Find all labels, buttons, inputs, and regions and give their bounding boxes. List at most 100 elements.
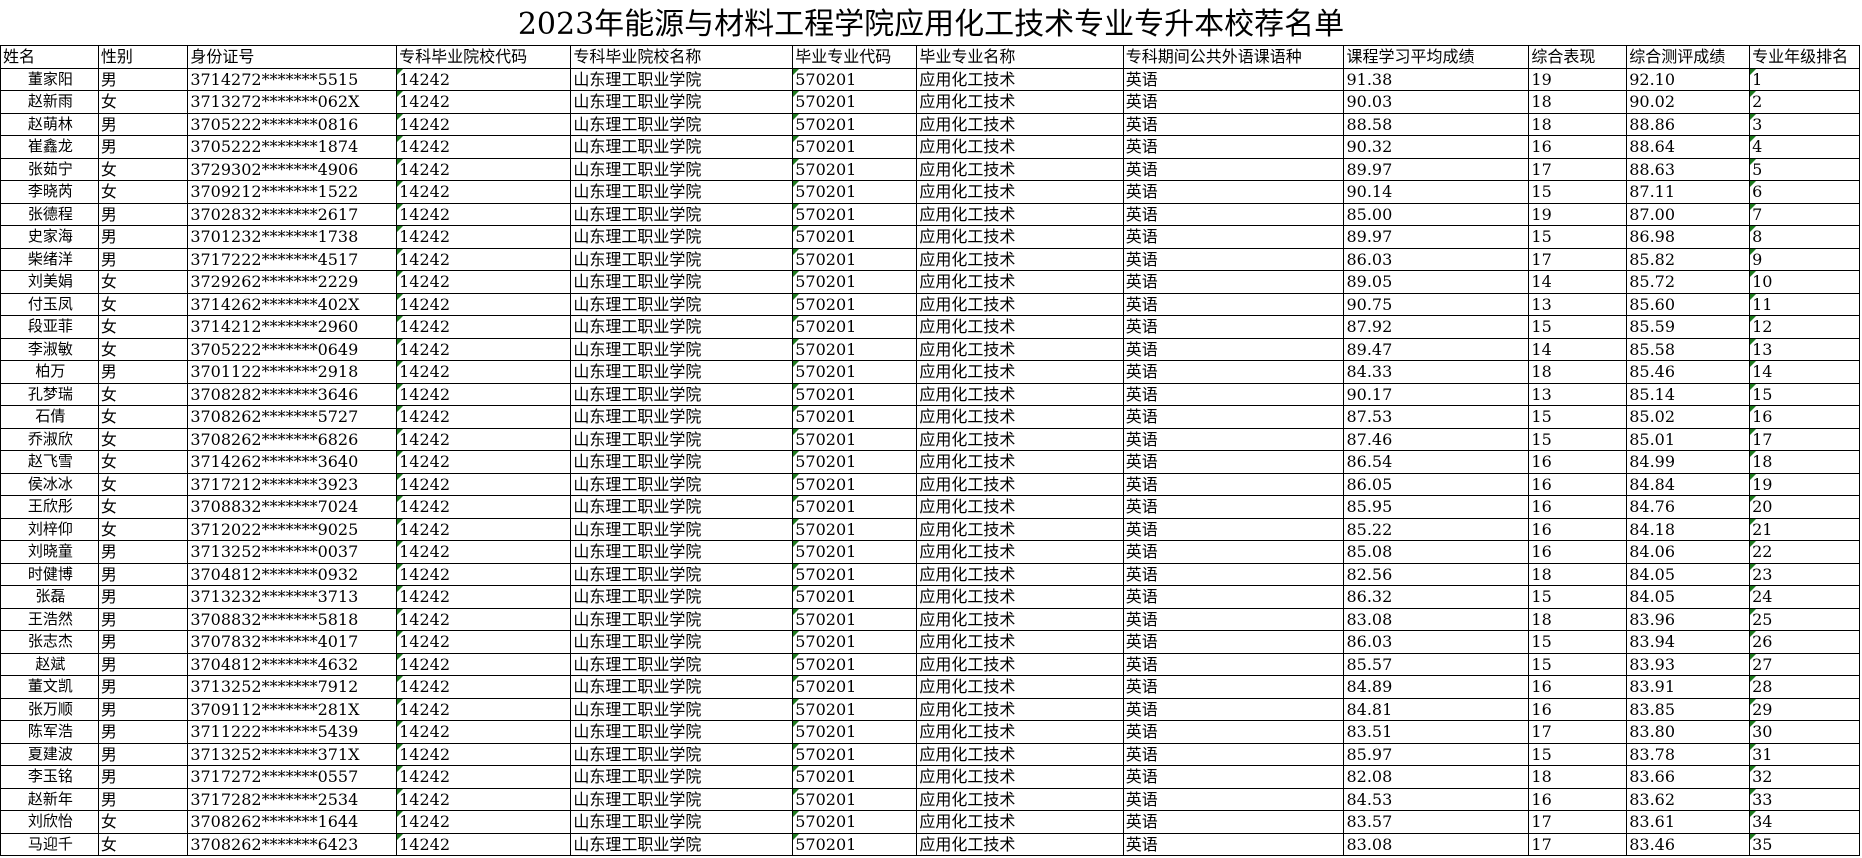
column-header[interactable]: 身份证号 — [187, 45, 398, 69]
cell-major-code[interactable]: 570201 — [792, 630, 918, 654]
cell-gender[interactable]: 男 — [97, 742, 189, 766]
cell-performance[interactable]: 15 — [1528, 585, 1628, 609]
cell-gender[interactable]: 男 — [97, 720, 189, 744]
cell-major-code[interactable]: 570201 — [792, 202, 918, 226]
cell-gender[interactable]: 男 — [97, 652, 189, 676]
cell-avg-score[interactable]: 85.95 — [1343, 495, 1530, 519]
cell-school-name[interactable]: 山东理工职业学院 — [570, 157, 794, 181]
cell-school-name[interactable]: 山东理工职业学院 — [570, 405, 794, 429]
cell-major-name[interactable]: 应用化工技术 — [916, 360, 1124, 384]
cell-total-score[interactable]: 84.05 — [1626, 562, 1751, 586]
cell-rank[interactable]: 4 — [1749, 135, 1860, 159]
cell-avg-score[interactable]: 82.08 — [1343, 765, 1530, 789]
cell-avg-score[interactable]: 83.08 — [1343, 832, 1530, 856]
cell-performance[interactable]: 14 — [1528, 337, 1628, 361]
cell-id-number[interactable]: 3713252*******371X — [187, 742, 398, 766]
cell-name[interactable]: 付玉凤 — [0, 292, 99, 316]
cell-gender[interactable]: 女 — [97, 90, 189, 114]
cell-rank[interactable]: 34 — [1749, 810, 1860, 834]
cell-major-code[interactable]: 570201 — [792, 67, 918, 91]
cell-major-name[interactable]: 应用化工技术 — [916, 607, 1124, 631]
cell-total-score[interactable]: 85.59 — [1626, 315, 1751, 339]
cell-major-name[interactable]: 应用化工技术 — [916, 630, 1124, 654]
cell-language[interactable]: 英语 — [1122, 517, 1345, 541]
cell-major-code[interactable]: 570201 — [792, 180, 918, 204]
cell-id-number[interactable]: 3705222*******0649 — [187, 337, 398, 361]
cell-major-name[interactable]: 应用化工技术 — [916, 540, 1124, 564]
cell-avg-score[interactable]: 89.05 — [1343, 270, 1530, 294]
cell-school-code[interactable]: 14242 — [396, 180, 572, 204]
cell-total-score[interactable]: 85.02 — [1626, 405, 1751, 429]
cell-school-name[interactable]: 山东理工职业学院 — [570, 247, 794, 271]
cell-gender[interactable]: 男 — [97, 202, 189, 226]
cell-gender[interactable]: 女 — [97, 832, 189, 856]
column-header[interactable]: 专科毕业院校代码 — [396, 45, 572, 69]
cell-total-score[interactable]: 85.14 — [1626, 382, 1751, 406]
cell-gender[interactable]: 男 — [97, 112, 189, 136]
cell-school-code[interactable]: 14242 — [396, 495, 572, 519]
cell-performance[interactable]: 16 — [1528, 540, 1628, 564]
cell-avg-score[interactable]: 90.75 — [1343, 292, 1530, 316]
cell-performance[interactable]: 18 — [1528, 90, 1628, 114]
cell-gender[interactable]: 男 — [97, 787, 189, 811]
cell-school-code[interactable]: 14242 — [396, 562, 572, 586]
cell-rank[interactable]: 26 — [1749, 630, 1860, 654]
cell-school-code[interactable]: 14242 — [396, 832, 572, 856]
cell-id-number[interactable]: 3708262*******6423 — [187, 832, 398, 856]
cell-total-score[interactable]: 86.98 — [1626, 225, 1751, 249]
cell-major-name[interactable]: 应用化工技术 — [916, 427, 1124, 451]
cell-avg-score[interactable]: 85.00 — [1343, 202, 1530, 226]
cell-name[interactable]: 赵斌 — [0, 652, 99, 676]
cell-total-score[interactable]: 83.94 — [1626, 630, 1751, 654]
cell-school-code[interactable]: 14242 — [396, 382, 572, 406]
cell-gender[interactable]: 男 — [97, 607, 189, 631]
cell-major-name[interactable]: 应用化工技术 — [916, 562, 1124, 586]
cell-id-number[interactable]: 3714262*******402X — [187, 292, 398, 316]
cell-major-name[interactable]: 应用化工技术 — [916, 67, 1124, 91]
cell-gender[interactable]: 女 — [97, 270, 189, 294]
cell-school-code[interactable]: 14242 — [396, 270, 572, 294]
cell-major-name[interactable]: 应用化工技术 — [916, 337, 1124, 361]
cell-avg-score[interactable]: 83.08 — [1343, 607, 1530, 631]
cell-gender[interactable]: 男 — [97, 360, 189, 384]
cell-rank[interactable]: 23 — [1749, 562, 1860, 586]
cell-total-score[interactable]: 84.06 — [1626, 540, 1751, 564]
cell-avg-score[interactable]: 86.32 — [1343, 585, 1530, 609]
cell-language[interactable]: 英语 — [1122, 742, 1345, 766]
cell-rank[interactable]: 2 — [1749, 90, 1860, 114]
cell-total-score[interactable]: 92.10 — [1626, 67, 1751, 91]
cell-school-code[interactable]: 14242 — [396, 405, 572, 429]
cell-rank[interactable]: 21 — [1749, 517, 1860, 541]
cell-rank[interactable]: 11 — [1749, 292, 1860, 316]
cell-total-score[interactable]: 83.85 — [1626, 697, 1751, 721]
cell-school-name[interactable]: 山东理工职业学院 — [570, 630, 794, 654]
cell-avg-score[interactable]: 87.53 — [1343, 405, 1530, 429]
cell-avg-score[interactable]: 86.03 — [1343, 630, 1530, 654]
cell-major-name[interactable]: 应用化工技术 — [916, 787, 1124, 811]
cell-rank[interactable]: 3 — [1749, 112, 1860, 136]
cell-language[interactable]: 英语 — [1122, 382, 1345, 406]
cell-gender[interactable]: 女 — [97, 450, 189, 474]
cell-avg-score[interactable]: 88.58 — [1343, 112, 1530, 136]
cell-id-number[interactable]: 3714262*******3640 — [187, 450, 398, 474]
cell-avg-score[interactable]: 90.14 — [1343, 180, 1530, 204]
cell-school-code[interactable]: 14242 — [396, 292, 572, 316]
cell-school-name[interactable]: 山东理工职业学院 — [570, 832, 794, 856]
cell-language[interactable]: 英语 — [1122, 607, 1345, 631]
cell-rank[interactable]: 35 — [1749, 832, 1860, 856]
cell-language[interactable]: 英语 — [1122, 765, 1345, 789]
cell-gender[interactable]: 男 — [97, 585, 189, 609]
cell-performance[interactable]: 15 — [1528, 225, 1628, 249]
cell-total-score[interactable]: 85.60 — [1626, 292, 1751, 316]
cell-total-score[interactable]: 84.99 — [1626, 450, 1751, 474]
cell-avg-score[interactable]: 84.81 — [1343, 697, 1530, 721]
cell-school-name[interactable]: 山东理工职业学院 — [570, 472, 794, 496]
cell-name[interactable]: 赵飞雪 — [0, 450, 99, 474]
cell-gender[interactable]: 女 — [97, 292, 189, 316]
cell-avg-score[interactable]: 86.03 — [1343, 247, 1530, 271]
cell-performance[interactable]: 17 — [1528, 832, 1628, 856]
cell-major-code[interactable]: 570201 — [792, 225, 918, 249]
cell-school-name[interactable]: 山东理工职业学院 — [570, 202, 794, 226]
cell-gender[interactable]: 女 — [97, 517, 189, 541]
cell-school-code[interactable]: 14242 — [396, 247, 572, 271]
